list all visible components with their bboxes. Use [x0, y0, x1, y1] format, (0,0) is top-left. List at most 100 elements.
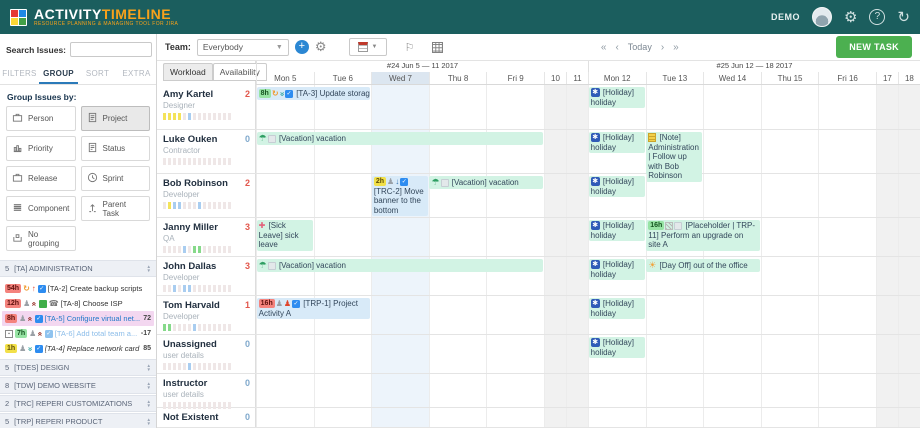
day-cell[interactable]: [256, 408, 314, 427]
day-cell[interactable]: [314, 335, 372, 373]
sidebar-tab-extra[interactable]: EXTRA: [117, 63, 156, 84]
timeline-card[interactable]: 8h↻»✓ [TA-3] Update storage location: [257, 87, 371, 100]
timeline-card[interactable]: 2h♟↓✓ [TRC-2] Move banner to the bottom: [372, 176, 428, 216]
tab-workload[interactable]: Workload: [163, 63, 213, 81]
day-cell[interactable]: [761, 374, 819, 407]
timeline-card[interactable]: 16h [Placeholder | TRP-11] Perform an up…: [646, 220, 760, 251]
person-cell[interactable]: Luke Ouken0Contractor: [157, 130, 256, 173]
day-cell[interactable]: [761, 174, 819, 217]
project-header[interactable]: 8[TDW] DEMO WEBSITE▲▼: [0, 377, 156, 394]
issue-row[interactable]: 54h↻↑✓[TA-2] Create backup scripts: [2, 281, 154, 296]
day-cell[interactable]: [544, 85, 566, 129]
calendar-grid-icon[interactable]: [432, 42, 443, 53]
timeline-card[interactable]: ✚ [Sick Leave] sick leave: [257, 220, 313, 251]
day-cell[interactable]: [761, 296, 819, 334]
day-cell[interactable]: [486, 296, 544, 334]
day-cell[interactable]: [703, 130, 761, 173]
day-cell[interactable]: [876, 335, 898, 373]
day-cell[interactable]: [703, 296, 761, 334]
day-cell[interactable]: [429, 335, 487, 373]
timeline-card[interactable]: ✱ [Holiday] holiday: [589, 337, 645, 358]
nav-prev-button[interactable]: ‹: [615, 42, 618, 53]
day-cell[interactable]: [876, 130, 898, 173]
date-range-dropdown[interactable]: ▼: [349, 38, 387, 56]
day-cell[interactable]: [566, 174, 588, 217]
day-cell[interactable]: [371, 408, 429, 427]
day-cell[interactable]: [429, 408, 487, 427]
day-cell[interactable]: [588, 408, 646, 427]
day-cell[interactable]: [371, 218, 429, 256]
day-cell[interactable]: [818, 130, 876, 173]
person-cell[interactable]: Instructor0user details: [157, 374, 256, 407]
project-header[interactable]: 5[TDES] DESIGN▲▼: [0, 359, 156, 376]
day-cell[interactable]: [761, 85, 819, 129]
day-cell[interactable]: [486, 218, 544, 256]
timeline-card[interactable]: ☂ [Vacation] vacation: [257, 259, 543, 272]
day-cell[interactable]: [371, 85, 429, 129]
day-cell[interactable]: [588, 374, 646, 407]
day-cell[interactable]: [544, 174, 566, 217]
day-cell[interactable]: [566, 257, 588, 295]
day-cell[interactable]: [876, 408, 898, 427]
search-issues-input[interactable]: [70, 42, 152, 57]
settings-gear-icon[interactable]: ⚙: [844, 10, 857, 25]
person-cell[interactable]: Bob Robinson2Developer: [157, 174, 256, 217]
day-cell[interactable]: [371, 335, 429, 373]
day-cell[interactable]: [256, 335, 314, 373]
day-cell[interactable]: [761, 408, 819, 427]
day-cell[interactable]: [898, 296, 920, 334]
issue-row[interactable]: 8h♟»✓[TA-5] Configure virtual net...72: [2, 311, 154, 326]
group-by-status-button[interactable]: Status: [81, 136, 151, 161]
timeline-card[interactable]: ✱ [Holiday] holiday: [589, 298, 645, 319]
group-by-release-button[interactable]: Release: [6, 166, 76, 191]
day-cell[interactable]: [876, 296, 898, 334]
day-cell[interactable]: [544, 335, 566, 373]
project-header[interactable]: 5[TRP] REPERI PRODUCT▲▼: [0, 413, 156, 428]
sidebar-tab-group[interactable]: GROUP: [39, 63, 78, 84]
day-cell[interactable]: [898, 130, 920, 173]
project-header[interactable]: 2[TRC] REPERI CUSTOMIZATIONS▲▼: [0, 395, 156, 412]
issue-row[interactable]: 1h♟»✓[TA-4] Replace network card85: [2, 341, 154, 356]
day-cell[interactable]: [544, 296, 566, 334]
sidebar-tab-sort[interactable]: SORT: [78, 63, 117, 84]
day-cell[interactable]: [256, 174, 314, 217]
timeline-card[interactable]: ☂ [Vacation] vacation: [257, 132, 543, 145]
group-by-component-button[interactable]: Component: [6, 196, 76, 221]
day-cell[interactable]: [818, 335, 876, 373]
day-cell[interactable]: [818, 374, 876, 407]
day-cell[interactable]: [898, 408, 920, 427]
day-cell[interactable]: [486, 85, 544, 129]
timeline-card[interactable]: ☀ [Day Off] out of the office: [646, 259, 760, 272]
day-cell[interactable]: [371, 374, 429, 407]
day-cell[interactable]: [818, 218, 876, 256]
person-cell[interactable]: Janny Miller3QA: [157, 218, 256, 256]
day-cell[interactable]: [761, 257, 819, 295]
day-cell[interactable]: [486, 408, 544, 427]
issue-row[interactable]: 12h♟»☎[TA-8] Choose ISP: [2, 296, 154, 311]
day-cell[interactable]: [876, 257, 898, 295]
help-icon[interactable]: ?: [869, 9, 885, 25]
day-cell[interactable]: [314, 408, 372, 427]
day-cell[interactable]: [429, 85, 487, 129]
day-cell[interactable]: [703, 85, 761, 129]
day-cell[interactable]: [544, 130, 566, 173]
day-cell[interactable]: [703, 408, 761, 427]
new-task-button[interactable]: NEW TASK: [836, 36, 912, 58]
issue-row[interactable]: ▪7h♟»✓[TA-6] Add total team a...-17: [2, 326, 154, 341]
day-cell[interactable]: [898, 174, 920, 217]
day-cell[interactable]: [314, 374, 372, 407]
day-cell[interactable]: [566, 408, 588, 427]
avatar[interactable]: [812, 7, 832, 27]
timeline-card[interactable]: ✱ [Holiday] holiday: [589, 220, 645, 241]
nav-first-button[interactable]: «: [601, 42, 607, 53]
day-cell[interactable]: [544, 257, 566, 295]
group-by-priority-button[interactable]: Priority: [6, 136, 76, 161]
sidebar-tab-filters[interactable]: FILTERS: [0, 63, 39, 84]
person-cell[interactable]: Amy Kartel2Designer: [157, 85, 256, 129]
milestone-flag-icon[interactable]: ⚐: [405, 41, 415, 54]
day-cell[interactable]: [898, 374, 920, 407]
person-cell[interactable]: Not Existent0: [157, 408, 256, 427]
project-header[interactable]: 5[TA] ADMINISTRATION▲▼: [0, 260, 156, 277]
timeline-card[interactable]: ✱ [Holiday] holiday: [589, 259, 645, 280]
team-settings-gear-icon[interactable]: ⚙: [315, 39, 327, 55]
